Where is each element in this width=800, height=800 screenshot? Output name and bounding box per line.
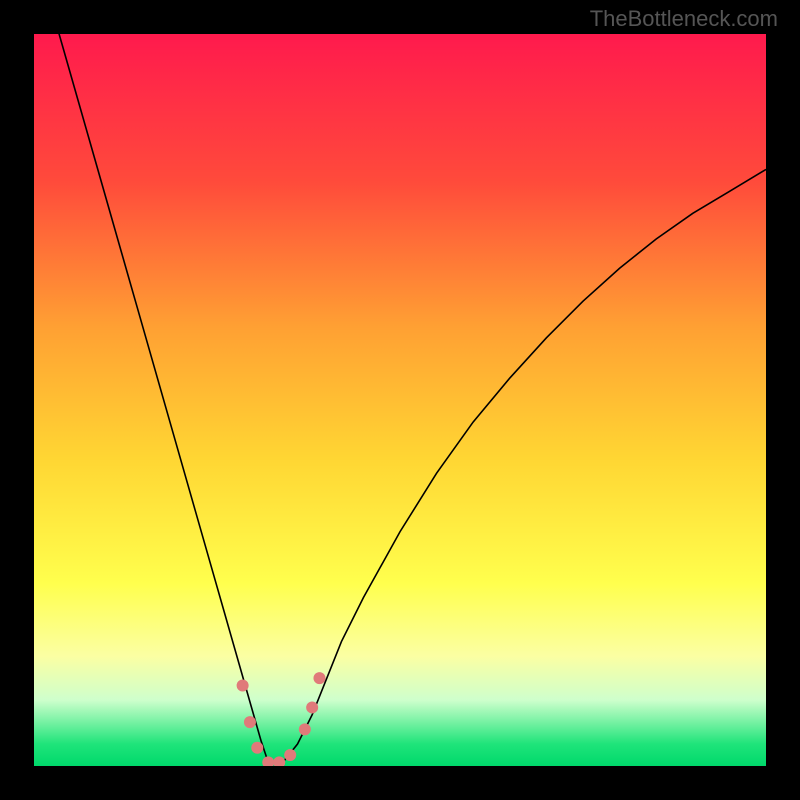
data-marker	[237, 679, 249, 691]
data-marker	[299, 723, 311, 735]
bottleneck-chart	[34, 34, 766, 766]
chart-container: TheBottleneck.com	[0, 0, 800, 800]
data-marker	[313, 672, 325, 684]
gradient-background	[34, 34, 766, 766]
watermark-label: TheBottleneck.com	[590, 6, 778, 32]
data-marker	[251, 742, 263, 754]
data-marker	[244, 716, 256, 728]
data-marker	[284, 749, 296, 761]
plot-area	[34, 34, 766, 766]
data-marker	[306, 701, 318, 713]
